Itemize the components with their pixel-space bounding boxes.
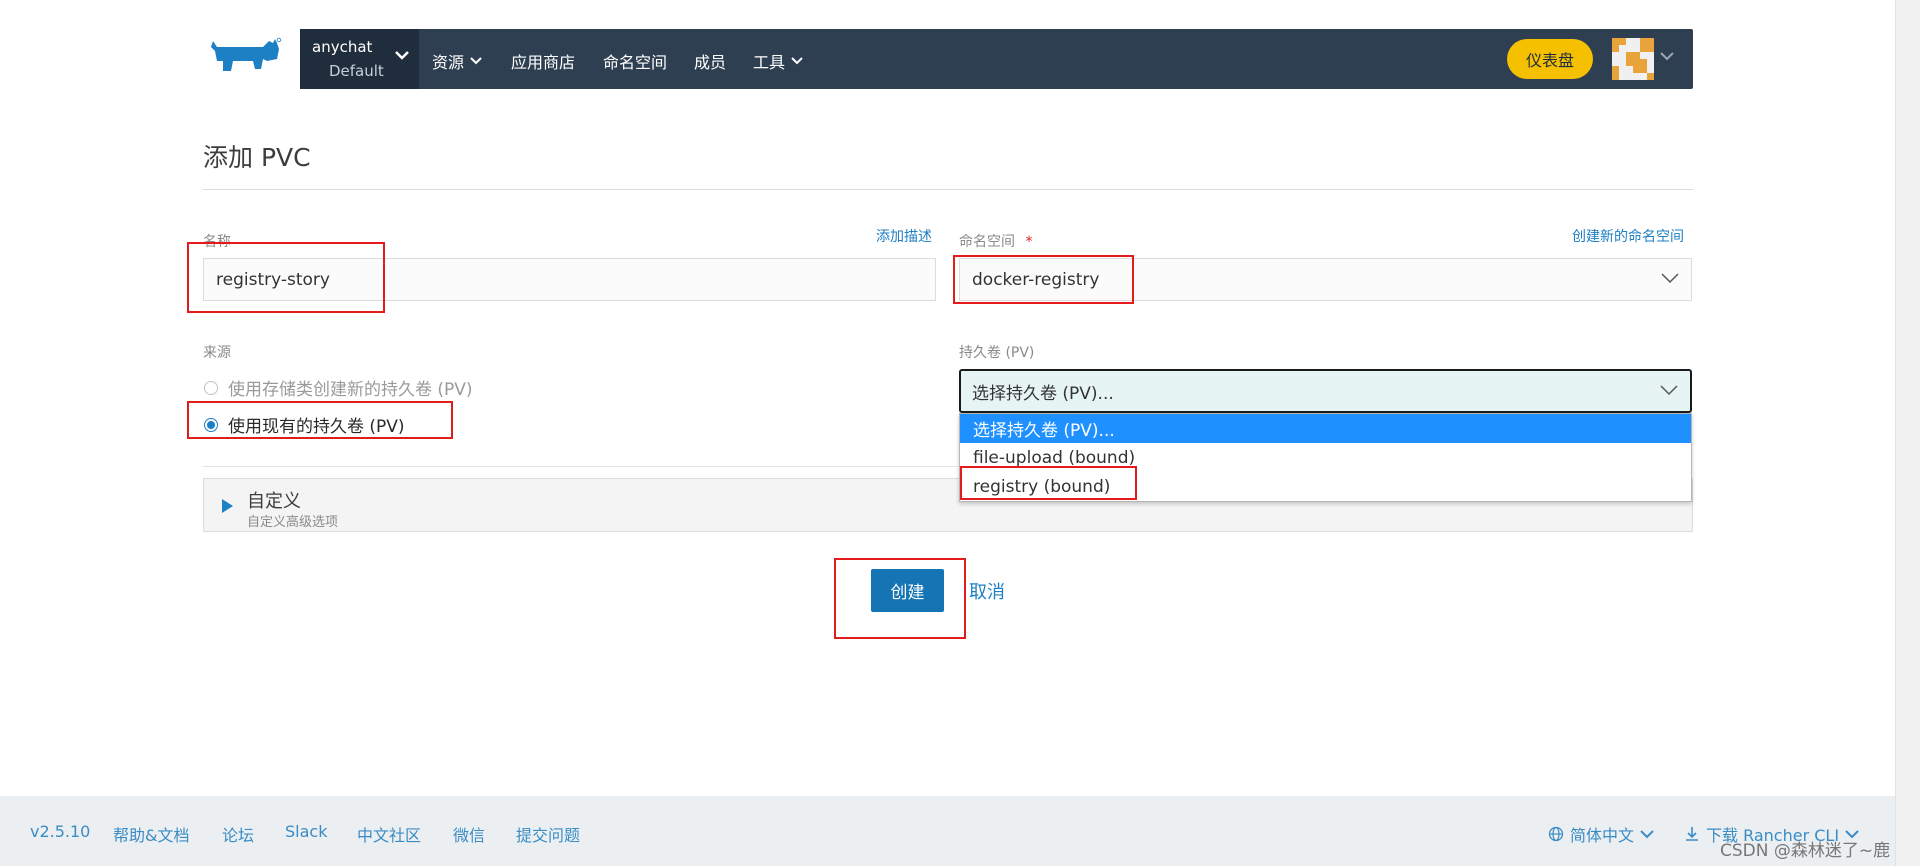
footer-link-slack[interactable]: Slack bbox=[285, 822, 327, 841]
nav-tools[interactable]: 工具 bbox=[753, 49, 803, 73]
nav-tools-label: 工具 bbox=[753, 53, 786, 72]
footer-link-forum[interactable]: 论坛 bbox=[222, 822, 254, 846]
pv-select-value: 选择持久卷 (PV)... bbox=[972, 383, 1114, 404]
radio-button[interactable] bbox=[204, 380, 218, 395]
highlight-box bbox=[953, 255, 1134, 304]
source-option-label: 使用存储类创建新的持久卷 (PV) bbox=[228, 380, 473, 400]
rancher-logo[interactable] bbox=[203, 37, 283, 79]
top-navigation: anychat Default 资源 应用商店 命名空间 成员 工具 仪表盘 bbox=[300, 29, 1693, 89]
footer-link-wechat[interactable]: 微信 bbox=[453, 822, 485, 846]
nav-catalog-label: 应用商店 bbox=[511, 53, 576, 72]
footer-link-help[interactable]: 帮助&文档 bbox=[113, 822, 189, 846]
namespace-label: 命名空间 * bbox=[959, 231, 1032, 251]
highlight-box bbox=[960, 466, 1137, 500]
nav-catalog[interactable]: 应用商店 bbox=[511, 49, 575, 73]
page-title: 添加 PVC bbox=[203, 143, 311, 172]
title-divider bbox=[203, 189, 1693, 190]
chevron-down-icon bbox=[470, 57, 482, 65]
create-namespace-link[interactable]: 创建新的命名空间 bbox=[1572, 226, 1684, 246]
chevron-down-icon[interactable] bbox=[1660, 51, 1674, 61]
nav-members-label: 成员 bbox=[694, 53, 727, 72]
chevron-down-icon bbox=[395, 51, 409, 60]
nav-namespaces[interactable]: 命名空间 bbox=[603, 49, 667, 73]
globe-icon bbox=[1548, 826, 1564, 842]
language-label: 简体中文 bbox=[1570, 826, 1635, 845]
footer: v2.5.10 帮助&文档 论坛 Slack 中文社区 微信 提交问题 简体中文… bbox=[0, 796, 1895, 866]
highlight-box bbox=[834, 558, 966, 639]
nav-resources[interactable]: 资源 bbox=[432, 49, 482, 73]
user-avatar[interactable] bbox=[1612, 38, 1654, 80]
pv-select[interactable]: 选择持久卷 (PV)... bbox=[959, 369, 1692, 413]
cluster-name: anychat bbox=[312, 38, 373, 56]
source-label: 来源 bbox=[203, 345, 231, 361]
highlight-box bbox=[187, 401, 453, 439]
add-description-link[interactable]: 添加描述 bbox=[876, 226, 932, 246]
section-divider bbox=[203, 466, 960, 467]
required-mark: * bbox=[1025, 234, 1033, 250]
version-link[interactable]: v2.5.10 bbox=[30, 822, 90, 841]
highlight-box bbox=[187, 242, 385, 313]
dashboard-button[interactable]: 仪表盘 bbox=[1507, 39, 1593, 79]
customize-subtitle: 自定义高级选项 bbox=[247, 515, 339, 530]
watermark: CSDN @森林迷了~鹿 bbox=[1720, 841, 1891, 861]
cluster-switcher[interactable]: anychat Default bbox=[300, 29, 419, 89]
language-selector[interactable]: 简体中文 bbox=[1548, 822, 1654, 846]
page-scrollbar[interactable] bbox=[1895, 0, 1920, 866]
footer-link-issue[interactable]: 提交问题 bbox=[516, 822, 580, 846]
chevron-down-icon bbox=[1660, 385, 1678, 396]
expand-arrow-icon bbox=[222, 499, 233, 513]
chevron-down-icon bbox=[791, 57, 803, 65]
namespace-label-text: 命名空间 bbox=[959, 234, 1015, 250]
source-option-storage-class[interactable]: 使用存储类创建新的持久卷 (PV) bbox=[204, 375, 473, 400]
project-name: Default bbox=[329, 62, 384, 80]
download-icon bbox=[1686, 827, 1698, 841]
pv-label: 持久卷 (PV) bbox=[959, 345, 1035, 361]
nav-resources-label: 资源 bbox=[432, 53, 465, 72]
cancel-link[interactable]: 取消 bbox=[969, 578, 1005, 604]
chevron-down-icon bbox=[1640, 829, 1654, 838]
footer-link-community[interactable]: 中文社区 bbox=[357, 822, 421, 846]
nav-namespaces-label: 命名空间 bbox=[603, 53, 668, 72]
pv-option[interactable]: 选择持久卷 (PV)... bbox=[960, 414, 1691, 443]
chevron-down-icon bbox=[1661, 273, 1679, 284]
nav-members[interactable]: 成员 bbox=[694, 49, 726, 73]
customize-title: 自定义 bbox=[247, 491, 301, 512]
